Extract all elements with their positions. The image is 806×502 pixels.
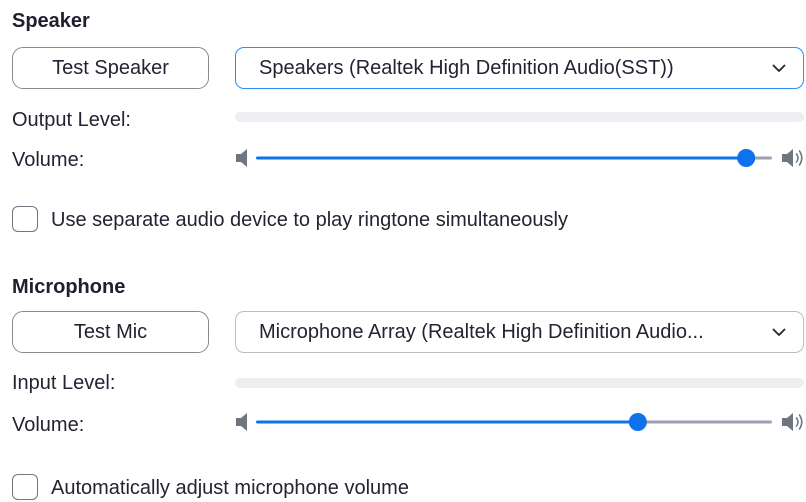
test-speaker-button[interactable]: Test Speaker [12,47,209,89]
microphone-device-value: Microphone Array (Realtek High Definitio… [259,320,704,343]
chevron-down-icon [767,56,791,80]
speaker-volume-slider-graphic [236,149,803,167]
auto-adjust-mic-checkbox-label: Automatically adjust microphone volume [51,477,409,499]
microphone-volume-slider[interactable] [235,412,805,432]
slider-track-inactive [637,420,772,424]
auto-adjust-mic-checkbox[interactable] [12,474,38,500]
speaker-low-icon [236,149,247,167]
speaker-high-icon [782,413,803,431]
input-level-meter [235,378,804,388]
speaker-section-title: Speaker [12,10,90,32]
slider-track-active [256,420,638,424]
speaker-high-icon [782,149,803,167]
slider-thumb[interactable] [628,413,647,431]
speaker-low-icon [236,413,247,431]
speaker-volume-slider[interactable] [235,148,805,168]
output-level-label: Output Level: [12,109,131,131]
speaker-volume-label: Volume: [12,149,85,171]
microphone-section-title: Microphone [12,276,126,298]
slider-thumb[interactable] [737,149,756,167]
output-level-meter [235,112,804,122]
chevron-down-icon [767,320,791,344]
microphone-volume-label: Volume: [12,414,85,436]
slider-track-active [256,156,747,160]
input-level-label: Input Level: [12,372,116,394]
speaker-device-select[interactable]: Speakers (Realtek High Definition Audio(… [235,47,804,89]
microphone-device-select[interactable]: Microphone Array (Realtek High Definitio… [235,311,804,353]
ringtone-device-checkbox-label: Use separate audio device to play ringto… [51,209,568,231]
microphone-volume-slider-graphic [236,413,803,431]
ringtone-device-checkbox[interactable] [12,206,38,232]
test-mic-button[interactable]: Test Mic [12,311,209,353]
speaker-device-value: Speakers (Realtek High Definition Audio(… [259,56,674,79]
